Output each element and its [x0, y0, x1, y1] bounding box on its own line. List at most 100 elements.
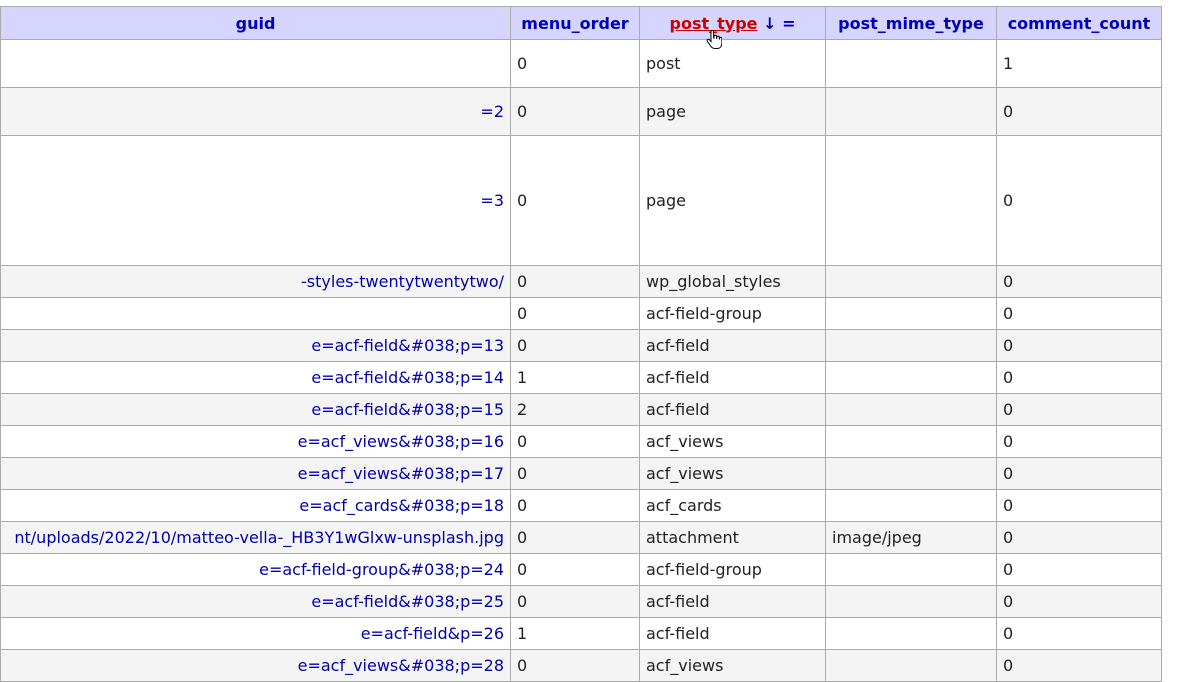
comment-count-cell: 0 — [996, 489, 1162, 522]
sort-indicator[interactable]: ↓ = — [763, 14, 795, 33]
column-header-post-type[interactable]: post_type ↓ = — [639, 6, 826, 40]
guid-cell[interactable]: e=acf-field&p=26 — [0, 617, 511, 650]
post-mime-type-cell — [825, 265, 997, 298]
guid-cell[interactable]: e=acf-field-group&#038;p=24 — [0, 553, 511, 586]
post-type-cell: page — [639, 135, 826, 266]
comment-count-cell: 0 — [996, 297, 1162, 330]
post-type-cell: acf-field-group — [639, 553, 826, 586]
post-mime-type-cell — [825, 393, 997, 426]
guid-cell[interactable]: e=acf-field&#038;p=13 — [0, 329, 511, 362]
table-row: e=acf-field&#038;p=25 0 acf-field 0 — [0, 585, 1162, 618]
post-type-cell: acf-field — [639, 393, 826, 426]
table-row: e=acf_views&#038;p=17 0 acf_views 0 — [0, 457, 1162, 490]
post-mime-type-cell — [825, 425, 997, 458]
table-row: e=acf_cards&#038;p=18 0 acf_cards 0 — [0, 489, 1162, 522]
post-mime-type-cell — [825, 329, 997, 362]
results-table: guid menu_order post_type ↓ = post_mime_… — [0, 6, 1162, 682]
guid-cell[interactable]: e=acf_views&#038;p=16 — [0, 425, 511, 458]
menu-order-cell: 0 — [510, 521, 640, 554]
post-mime-type-cell — [825, 87, 997, 136]
menu-order-cell: 0 — [510, 553, 640, 586]
guid-cell[interactable]: e=acf-field&#038;p=25 — [0, 585, 511, 618]
menu-order-cell: 2 — [510, 393, 640, 426]
table-row: e=acf-field&#038;p=15 2 acf-field 0 — [0, 393, 1162, 426]
comment-count-cell: 0 — [996, 329, 1162, 362]
guid-cell[interactable]: e=acf_views&#038;p=17 — [0, 457, 511, 490]
comment-count-cell: 1 — [996, 39, 1162, 88]
comment-count-cell: 0 — [996, 135, 1162, 266]
table-row: 0 post 1 — [0, 39, 1162, 88]
table-row: e=acf-field-group&#038;p=24 0 acf-field-gr… — [0, 553, 1162, 586]
column-header-guid[interactable]: guid — [0, 6, 511, 40]
comment-count-cell: 0 — [996, 87, 1162, 136]
post-type-cell: acf_views — [639, 457, 826, 490]
post-mime-type-cell — [825, 489, 997, 522]
guid-cell[interactable]: e=acf_views&#038;p=28 — [0, 649, 511, 682]
post-type-cell: post — [639, 39, 826, 88]
guid-cell[interactable]: e=acf-field&#038;p=14 — [0, 361, 511, 394]
guid-cell[interactable]: =2 — [0, 87, 511, 136]
guid-cell[interactable]: e=acf-field&#038;p=15 — [0, 393, 511, 426]
post-type-cell: acf-field — [639, 361, 826, 394]
menu-order-cell: 0 — [510, 329, 640, 362]
menu-order-cell: 0 — [510, 585, 640, 618]
comment-count-cell: 0 — [996, 585, 1162, 618]
table-row: =3 0 page 0 — [0, 135, 1162, 266]
comment-count-cell: 0 — [996, 361, 1162, 394]
post-type-cell: acf_cards — [639, 489, 826, 522]
menu-order-cell: 1 — [510, 617, 640, 650]
guid-cell[interactable]: -styles-twentytwentytwo/ — [0, 265, 511, 298]
post-mime-type-cell: image/jpeg — [825, 521, 997, 554]
post-type-cell: acf-field — [639, 329, 826, 362]
post-type-cell: page — [639, 87, 826, 136]
post-type-cell: acf-field-group — [639, 297, 826, 330]
column-header-menu-order[interactable]: menu_order — [510, 6, 640, 40]
post-mime-type-cell — [825, 617, 997, 650]
post-mime-type-cell — [825, 39, 997, 88]
comment-count-cell: 0 — [996, 553, 1162, 586]
column-header-comment-count[interactable]: comment_count — [996, 6, 1162, 40]
guid-cell[interactable] — [0, 297, 511, 330]
comment-count-cell: 0 — [996, 265, 1162, 298]
post-type-cell: attachment — [639, 521, 826, 554]
table-row: 0 acf-field-group 0 — [0, 297, 1162, 330]
post-type-cell: acf_views — [639, 649, 826, 682]
guid-cell[interactable]: =3 — [0, 135, 511, 266]
guid-cell[interactable] — [0, 39, 511, 88]
comment-count-cell: 0 — [996, 425, 1162, 458]
comment-count-cell: 0 — [996, 393, 1162, 426]
table-row: e=acf-field&#038;p=14 1 acf-field 0 — [0, 361, 1162, 394]
column-header-post-mime-type[interactable]: post_mime_type — [825, 6, 997, 40]
table-row: nt/uploads/2022/10/matteo-vella-_HB3Y1wG… — [0, 521, 1162, 554]
menu-order-cell: 0 — [510, 649, 640, 682]
post-type-cell: acf_views — [639, 425, 826, 458]
post-mime-type-cell — [825, 649, 997, 682]
table-row: e=acf_views&#038;p=16 0 acf_views 0 — [0, 425, 1162, 458]
guid-cell[interactable]: nt/uploads/2022/10/matteo-vella-_HB3Y1wG… — [0, 521, 511, 554]
header-row: guid menu_order post_type ↓ = post_mime_… — [0, 6, 1162, 40]
table-row: e=acf-field&#038;p=13 0 acf-field 0 — [0, 329, 1162, 362]
menu-order-cell: 0 — [510, 425, 640, 458]
hand-pointer-icon — [706, 30, 722, 49]
post-mime-type-cell — [825, 585, 997, 618]
post-type-cell: acf-field — [639, 617, 826, 650]
menu-order-cell: 0 — [510, 457, 640, 490]
menu-order-cell: 0 — [510, 135, 640, 266]
comment-count-cell: 0 — [996, 617, 1162, 650]
table-row: e=acf-field&p=26 1 acf-field 0 — [0, 617, 1162, 650]
menu-order-cell: 0 — [510, 297, 640, 330]
guid-cell[interactable]: e=acf_cards&#038;p=18 — [0, 489, 511, 522]
comment-count-cell: 0 — [996, 457, 1162, 490]
menu-order-cell: 1 — [510, 361, 640, 394]
table-row: =2 0 page 0 — [0, 87, 1162, 136]
comment-count-cell: 0 — [996, 521, 1162, 554]
menu-order-cell: 0 — [510, 489, 640, 522]
post-mime-type-cell — [825, 553, 997, 586]
post-type-cell: wp_global_styles — [639, 265, 826, 298]
menu-order-cell: 0 — [510, 265, 640, 298]
table-row: e=acf_views&#038;p=28 0 acf_views 0 — [0, 649, 1162, 682]
post-mime-type-cell — [825, 135, 997, 266]
table-row: -styles-twentytwentytwo/0 wp_global_style… — [0, 265, 1162, 298]
menu-order-cell: 0 — [510, 87, 640, 136]
post-mime-type-cell — [825, 457, 997, 490]
